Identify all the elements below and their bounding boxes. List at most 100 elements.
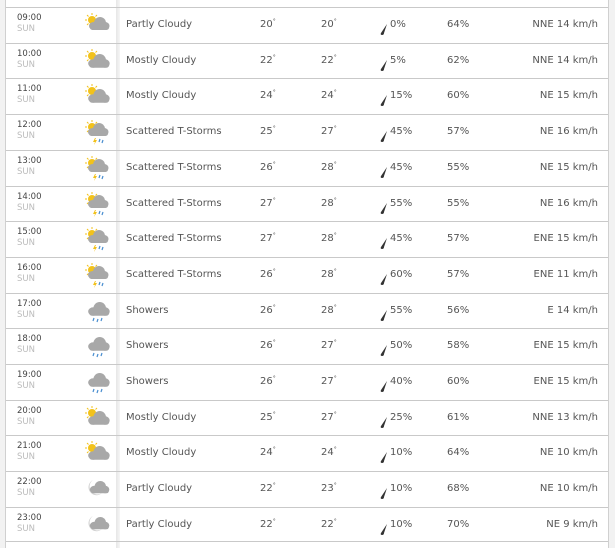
feels-like: 28° bbox=[321, 160, 337, 173]
humidity: 64% bbox=[447, 19, 470, 30]
degree-symbol: ° bbox=[333, 267, 337, 275]
raindrop-icon bbox=[380, 413, 388, 428]
wind: NNE 14 km/h bbox=[532, 54, 598, 66]
degree-symbol: ° bbox=[272, 375, 276, 382]
precipitation-chance: 45% bbox=[390, 161, 413, 173]
humidity: 57% bbox=[447, 126, 470, 138]
condition-text: Mostly Cloudy bbox=[126, 54, 197, 66]
feels-like: 28° bbox=[321, 267, 337, 280]
hour-time: 22:00 bbox=[17, 477, 42, 488]
temperature: 25° bbox=[260, 125, 276, 138]
precipitation-chance: 40% bbox=[390, 376, 413, 387]
hour-day: SUN bbox=[17, 238, 35, 249]
wind: NE 15 km/h bbox=[539, 161, 598, 173]
wind: ENE 15 km/h bbox=[533, 233, 598, 245]
feels-like: 23° bbox=[321, 482, 337, 495]
table-row[interactable]: 23:00 SUN Partly Cloudy 22° 22° 10% 70% … bbox=[6, 506, 608, 543]
humidity: 70% bbox=[447, 518, 470, 530]
degree-symbol: ° bbox=[333, 89, 337, 97]
temperature: 27° bbox=[260, 196, 276, 209]
degree-symbol: ° bbox=[272, 196, 276, 204]
raindrop-icon bbox=[380, 341, 388, 357]
hour-day: SUN bbox=[17, 59, 35, 70]
hour-time: 16:00 bbox=[17, 262, 42, 273]
humidity: 68% bbox=[447, 483, 470, 495]
humidity: 60% bbox=[447, 376, 470, 387]
condition-text: Scattered T-Storms bbox=[126, 233, 222, 245]
hour-day: SUN bbox=[17, 131, 35, 142]
wind: NE 10 km/h bbox=[539, 483, 598, 495]
condition-text: Mostly Cloudy bbox=[126, 411, 197, 423]
raindrop-icon bbox=[380, 234, 388, 250]
table-row[interactable]: 11:00 SUN Mostly Cloudy 24° 24° 15% 60% … bbox=[6, 78, 608, 114]
degree-symbol: ° bbox=[272, 517, 276, 525]
temperature: 27° bbox=[260, 232, 276, 245]
hour-day: SUN bbox=[17, 452, 35, 463]
table-row[interactable]: 13:00 SUN Scattered T-Storms 26° 28° 45%… bbox=[6, 149, 608, 186]
raindrop-icon bbox=[380, 306, 388, 321]
hour-day: SUN bbox=[17, 345, 35, 356]
temperature: 22° bbox=[260, 517, 276, 530]
temperature: 20° bbox=[260, 18, 276, 30]
hour-time: 21:00 bbox=[17, 441, 42, 452]
table-row[interactable]: 15:00 SUN Scattered T-Storms 27° 28° 45%… bbox=[6, 221, 608, 257]
wind: NE 15 km/h bbox=[539, 90, 598, 102]
degree-symbol: ° bbox=[333, 303, 337, 311]
hour-time: 13:00 bbox=[17, 155, 42, 166]
raindrop-icon bbox=[380, 163, 388, 178]
table-row[interactable]: 09:00 SUN Partly Cloudy 20° 20° 0% 64% N… bbox=[6, 7, 608, 43]
table-row[interactable]: 14:00 SUN Scattered T-Storms 27° 28° 55%… bbox=[6, 185, 608, 222]
table-row[interactable]: 20:00 SUN Mostly Cloudy 25° 27° 25% 61% … bbox=[6, 399, 608, 436]
table-row[interactable]: 16:00 SUN Scattered T-Storms 26° 28° 60%… bbox=[6, 256, 608, 293]
mostly-cloudy-day-icon bbox=[85, 405, 110, 425]
condition-text: Partly Cloudy bbox=[126, 483, 193, 495]
raindrop-icon bbox=[380, 484, 388, 500]
feels-like: 24° bbox=[321, 89, 337, 102]
condition-text: Partly Cloudy bbox=[126, 19, 193, 30]
humidity: 56% bbox=[447, 304, 470, 316]
precipitation-chance: 15% bbox=[390, 90, 413, 102]
table-row[interactable]: 18:00 SUN Showers 26° 27° 50% 58% ENE 15… bbox=[6, 328, 608, 364]
scattered-tstorms-icon bbox=[85, 155, 109, 181]
wind: E 14 km/h bbox=[547, 304, 598, 316]
degree-symbol: ° bbox=[333, 18, 337, 25]
condition-text: Showers bbox=[126, 340, 169, 352]
scattered-tstorms-icon bbox=[85, 262, 109, 288]
degree-symbol: ° bbox=[272, 303, 276, 311]
raindrop-icon bbox=[380, 377, 388, 392]
precipitation-chance: 25% bbox=[390, 411, 413, 423]
wind: NE 9 km/h bbox=[546, 518, 598, 530]
raindrop-icon bbox=[380, 56, 388, 71]
raindrop-icon bbox=[380, 199, 388, 214]
raindrop-icon bbox=[380, 20, 388, 35]
wind: NE 16 km/h bbox=[539, 126, 598, 138]
table-row[interactable]: 22:00 SUN Partly Cloudy 22° 23° 10% 68% … bbox=[6, 471, 608, 507]
table-row[interactable]: 17:00 SUN Showers 26° 28° 55% 56% E 14 k… bbox=[6, 292, 608, 329]
degree-symbol: ° bbox=[333, 160, 337, 168]
table-row[interactable]: 21:00 SUN Mostly Cloudy 24° 24° 10% 64% … bbox=[6, 435, 608, 471]
partly-cloudy-night-icon bbox=[88, 515, 110, 531]
precipitation-chance: 5% bbox=[390, 54, 406, 66]
mostly-cloudy-day-icon bbox=[85, 84, 110, 104]
table-row[interactable]: 12:00 SUN Scattered T-Storms 25° 27° 45%… bbox=[6, 114, 608, 150]
table-row[interactable]: 19:00 SUN Showers 26° 27° 40% 60% ENE 15… bbox=[6, 364, 608, 400]
hour-day: SUN bbox=[17, 24, 35, 34]
wind: NNE 13 km/h bbox=[532, 411, 598, 423]
table-row[interactable]: 10:00 SUN Mostly Cloudy 22° 22° 5% 62% N… bbox=[6, 42, 608, 79]
precipitation-chance: 55% bbox=[390, 304, 413, 316]
hour-time: 20:00 bbox=[17, 405, 42, 416]
degree-symbol: ° bbox=[333, 482, 337, 490]
degree-symbol: ° bbox=[333, 446, 337, 454]
degree-symbol: ° bbox=[333, 375, 337, 382]
hour-day: SUN bbox=[17, 95, 35, 106]
condition-text: Scattered T-Storms bbox=[126, 268, 222, 280]
temperature: 22° bbox=[260, 482, 276, 495]
wind: ENE 11 km/h bbox=[533, 268, 598, 280]
degree-symbol: ° bbox=[333, 125, 337, 133]
degree-symbol: ° bbox=[272, 482, 276, 490]
feels-like: 27° bbox=[321, 375, 337, 387]
degree-symbol: ° bbox=[272, 89, 276, 97]
hour-time: 11:00 bbox=[17, 84, 42, 95]
degree-symbol: ° bbox=[333, 53, 337, 61]
feels-like: 27° bbox=[321, 125, 337, 138]
